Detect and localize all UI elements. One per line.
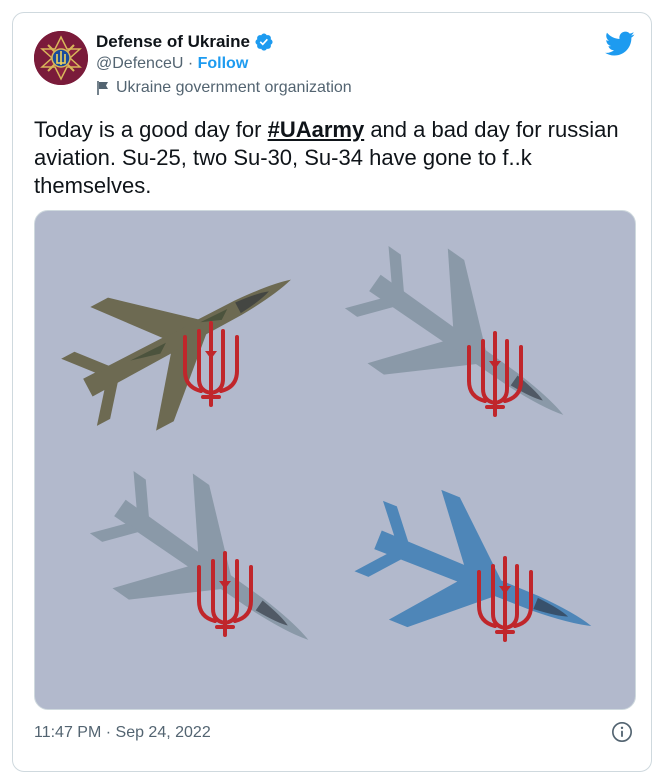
flag-icon [97,81,108,95]
author-name[interactable]: Defense of Ukraine [96,32,250,52]
author-handle[interactable]: @DefenceU [96,55,183,72]
twitter-bird-icon[interactable] [605,31,635,57]
author-handle-row: @DefenceU · Follow [96,55,248,73]
aircraft-su30-2 [71,444,349,698]
aircraft-su30-1 [326,219,604,473]
info-icon[interactable] [611,721,633,743]
government-label: Ukraine government organization [96,79,352,97]
follow-button[interactable]: Follow [198,55,249,72]
hashtag-link[interactable]: #UAarmy [268,117,365,142]
avatar[interactable] [34,31,88,85]
verified-badge-icon [255,33,273,51]
tweet-media-image[interactable] [34,210,636,710]
government-label-text: Ukraine government organization [116,79,352,96]
defense-emblem-icon [34,31,88,85]
tweet-text-part-1: Today is a good day for [34,117,268,142]
tweet-card: Defense of Ukraine @DefenceU · Follow Uk… [12,12,652,772]
tweet-timestamp[interactable]: 11:47 PM · Sep 24, 2022 [34,724,211,742]
author-name-row[interactable]: Defense of Ukraine [96,31,274,53]
aircraft-illustration [46,217,618,698]
handle-separator: · [183,55,198,72]
tweet-text: Today is a good day for #UAarmy and a ba… [34,116,634,200]
